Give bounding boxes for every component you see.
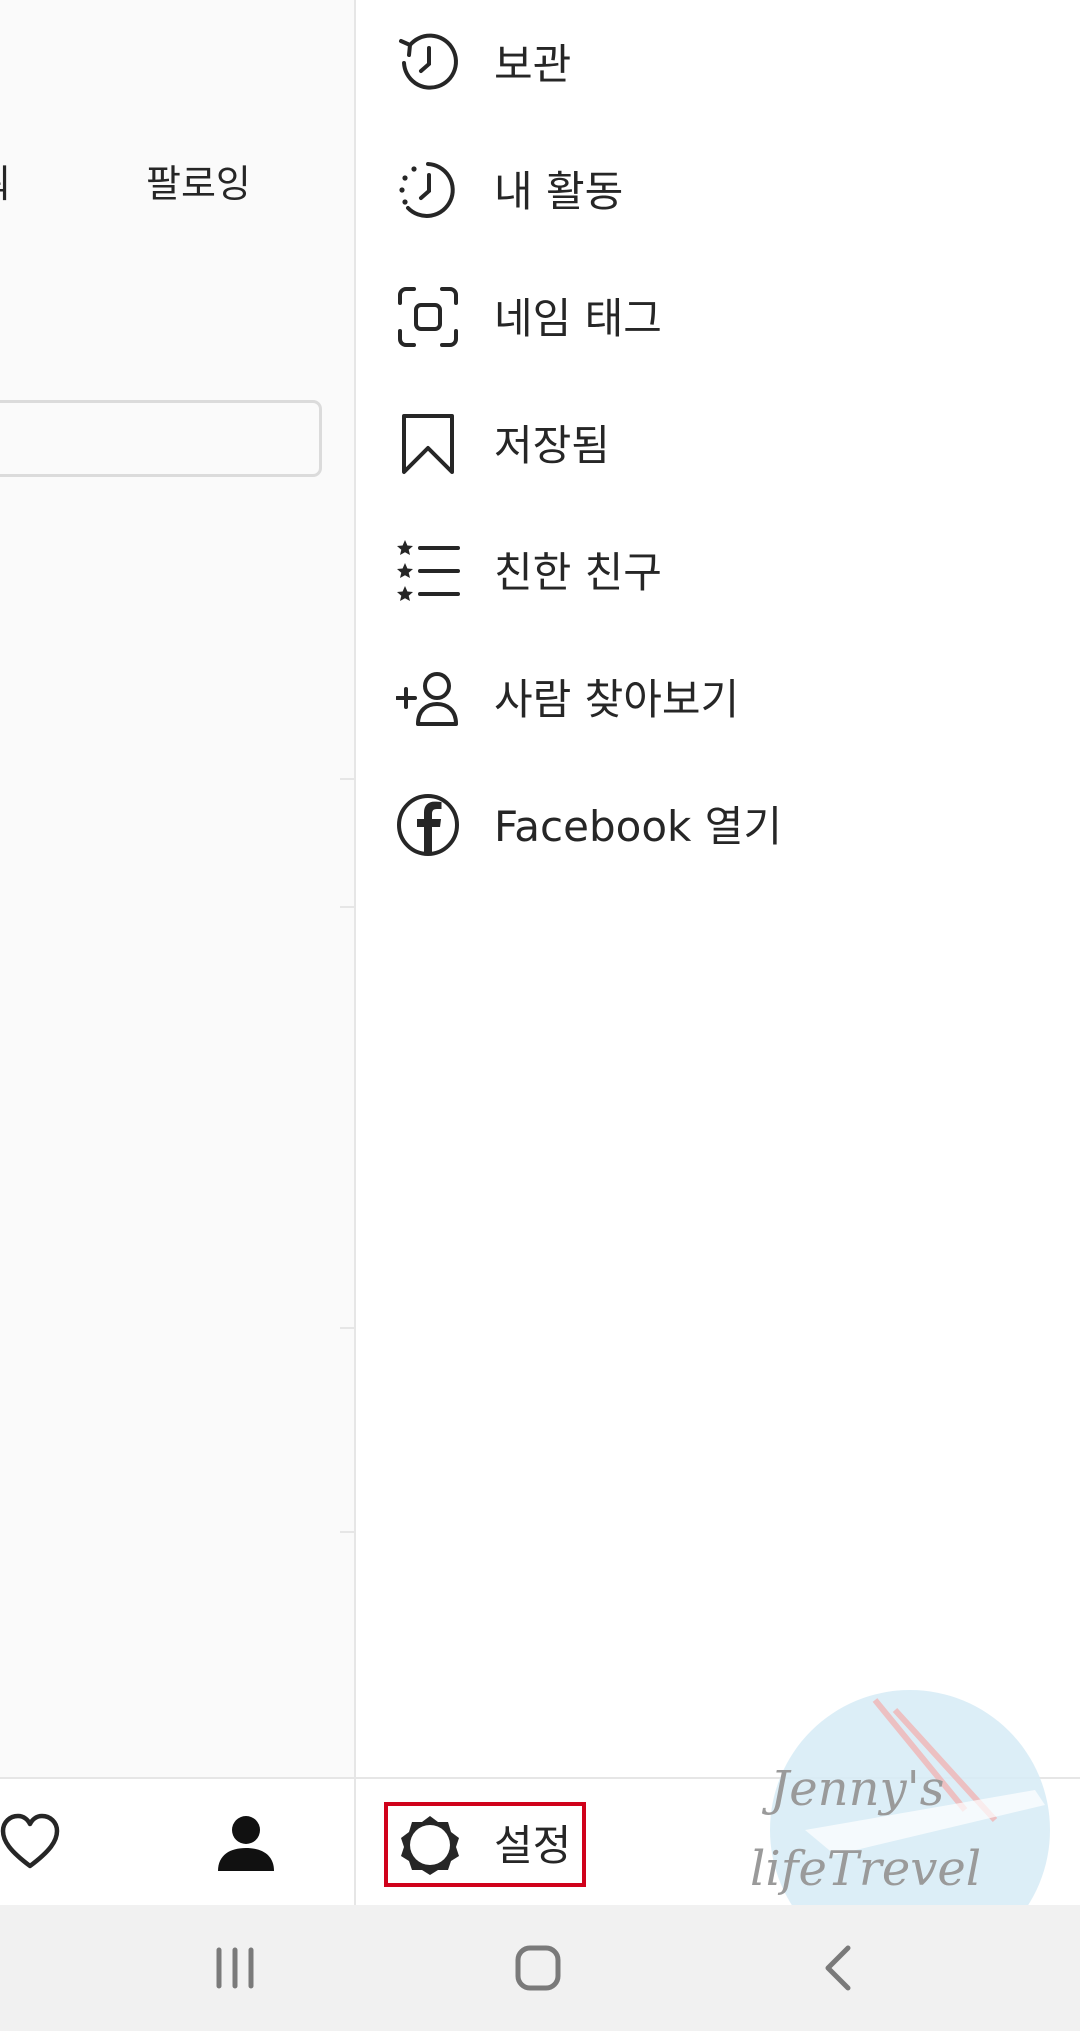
- menu-item-your-activity[interactable]: 내 활동: [356, 127, 1080, 254]
- home-icon[interactable]: [508, 1938, 568, 1998]
- followers-label[interactable]: 워: [0, 153, 11, 208]
- drawer-footer: 설정: [356, 1777, 1080, 1905]
- bottom-tab-bar: [0, 1777, 355, 1905]
- side-drawer-menu: 보관 내 활동 네임 태그 저장됨 친한 친구 사람 찾아보기 Facebook…: [354, 0, 1080, 1905]
- grid-divider: [340, 778, 354, 780]
- menu-label: 내 활동: [494, 167, 624, 216]
- menu-label: 네임 태그: [494, 294, 662, 343]
- menu-item-discover-people[interactable]: 사람 찾아보기: [356, 635, 1080, 762]
- menu-label: 친한 친구: [494, 548, 662, 597]
- settings-label: 설정: [494, 1821, 572, 1870]
- gear-icon: [398, 1813, 462, 1877]
- menu-item-saved[interactable]: 저장됨: [356, 381, 1080, 508]
- following-label[interactable]: 팔로잉: [146, 153, 251, 208]
- grid-divider: [340, 1327, 354, 1329]
- grid-divider: [340, 906, 354, 908]
- nametag-scan-icon: [396, 285, 460, 349]
- facebook-icon: [396, 793, 460, 857]
- recent-apps-icon[interactable]: [205, 1938, 265, 1998]
- menu-label: Facebook 열기: [494, 802, 782, 851]
- menu-label: 보관: [494, 40, 572, 89]
- menu-label: 저장됨: [494, 421, 610, 470]
- add-person-icon: [396, 666, 460, 730]
- profile-icon[interactable]: [214, 1811, 278, 1875]
- menu-item-archive[interactable]: 보관: [356, 0, 1080, 127]
- menu-item-open-facebook[interactable]: Facebook 열기: [356, 762, 1080, 889]
- edit-profile-button[interactable]: [0, 400, 322, 477]
- settings-button[interactable]: 설정: [384, 1802, 586, 1887]
- close-friends-list-icon: [396, 539, 460, 603]
- back-icon[interactable]: [810, 1938, 870, 1998]
- menu-item-close-friends[interactable]: 친한 친구: [356, 508, 1080, 635]
- archive-history-icon: [396, 31, 460, 95]
- activity-clock-icon: [396, 158, 460, 222]
- profile-page-background: 워 팔로잉: [0, 0, 355, 1905]
- menu-label: 사람 찾아보기: [494, 675, 740, 724]
- system-navigation-bar: [0, 1905, 1080, 2031]
- heart-icon[interactable]: [0, 1811, 62, 1875]
- grid-divider: [340, 1531, 354, 1533]
- menu-item-nametag[interactable]: 네임 태그: [356, 254, 1080, 381]
- bookmark-icon: [396, 412, 460, 476]
